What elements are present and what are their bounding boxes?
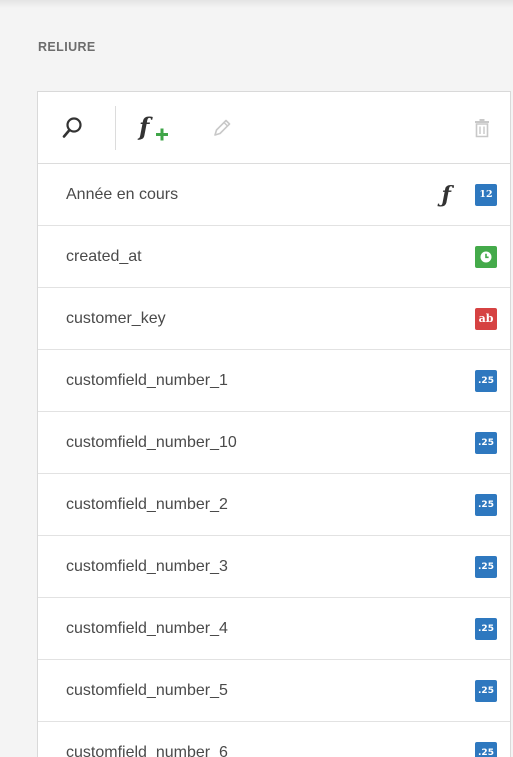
decimal-type-icon: .25 bbox=[475, 617, 497, 640]
field-label: created_at bbox=[66, 247, 142, 265]
field-row[interactable]: customfield_number_5 .25 bbox=[38, 660, 510, 722]
integer-type-icon: 12 bbox=[475, 183, 497, 206]
field-row[interactable]: customfield_number_6 .25 bbox=[38, 722, 510, 757]
toolbar-separator bbox=[115, 106, 116, 150]
decimal-type-icon: .25 bbox=[475, 369, 497, 392]
field-label: customfield_number_5 bbox=[66, 681, 228, 699]
clock-type-icon bbox=[475, 245, 497, 268]
add-function-button[interactable]: f bbox=[134, 92, 176, 164]
decimal-type-icon: .25 bbox=[475, 555, 497, 578]
search-icon bbox=[62, 117, 82, 138]
decimal-type-icon: .25 bbox=[475, 493, 497, 516]
field-label: customfield_number_6 bbox=[66, 743, 228, 757]
decimal-type-icon: .25 bbox=[475, 431, 497, 454]
field-row[interactable]: customfield_number_2 .25 bbox=[38, 474, 510, 536]
delete-button[interactable] bbox=[470, 92, 494, 164]
edit-button[interactable] bbox=[208, 92, 236, 164]
field-label: Année en cours bbox=[66, 185, 179, 203]
field-row[interactable]: customer_key ab bbox=[38, 288, 510, 350]
decimal-type-icon: .25 bbox=[475, 679, 497, 702]
field-row[interactable]: customfield_number_10 .25 bbox=[38, 412, 510, 474]
field-label: customfield_number_3 bbox=[66, 557, 228, 575]
field-label: customfield_number_10 bbox=[66, 433, 237, 451]
trash-icon bbox=[475, 119, 489, 138]
field-label: customfield_number_2 bbox=[66, 495, 228, 513]
binding-panel: RELIURE f Année en cours ƒ 12 created_at… bbox=[0, 0, 513, 757]
add-function-icon: f bbox=[137, 112, 168, 141]
top-shadow bbox=[0, 0, 513, 8]
search-button[interactable] bbox=[56, 92, 90, 164]
svg-text:f: f bbox=[137, 112, 153, 141]
field-row[interactable]: Année en cours ƒ 12 bbox=[38, 164, 510, 226]
field-row[interactable]: customfield_number_3 .25 bbox=[38, 536, 510, 598]
field-list-box: f Année en cours ƒ 12 created_at custome… bbox=[37, 91, 511, 757]
field-row[interactable]: customfield_number_1 .25 bbox=[38, 350, 510, 412]
field-label: customfield_number_1 bbox=[66, 371, 228, 389]
field-row[interactable]: created_at bbox=[38, 226, 510, 288]
clock-icon bbox=[480, 251, 492, 262]
field-label: customfield_number_4 bbox=[66, 619, 228, 637]
field-toolbar: f bbox=[38, 92, 510, 164]
text-type-icon: ab bbox=[475, 307, 497, 330]
field-label: customer_key bbox=[66, 309, 166, 327]
field-row[interactable]: customfield_number_4 .25 bbox=[38, 598, 510, 660]
decimal-type-icon: .25 bbox=[475, 741, 497, 757]
function-icon: ƒ bbox=[441, 181, 451, 208]
pencil-icon bbox=[214, 119, 231, 136]
section-title: RELIURE bbox=[38, 40, 96, 54]
